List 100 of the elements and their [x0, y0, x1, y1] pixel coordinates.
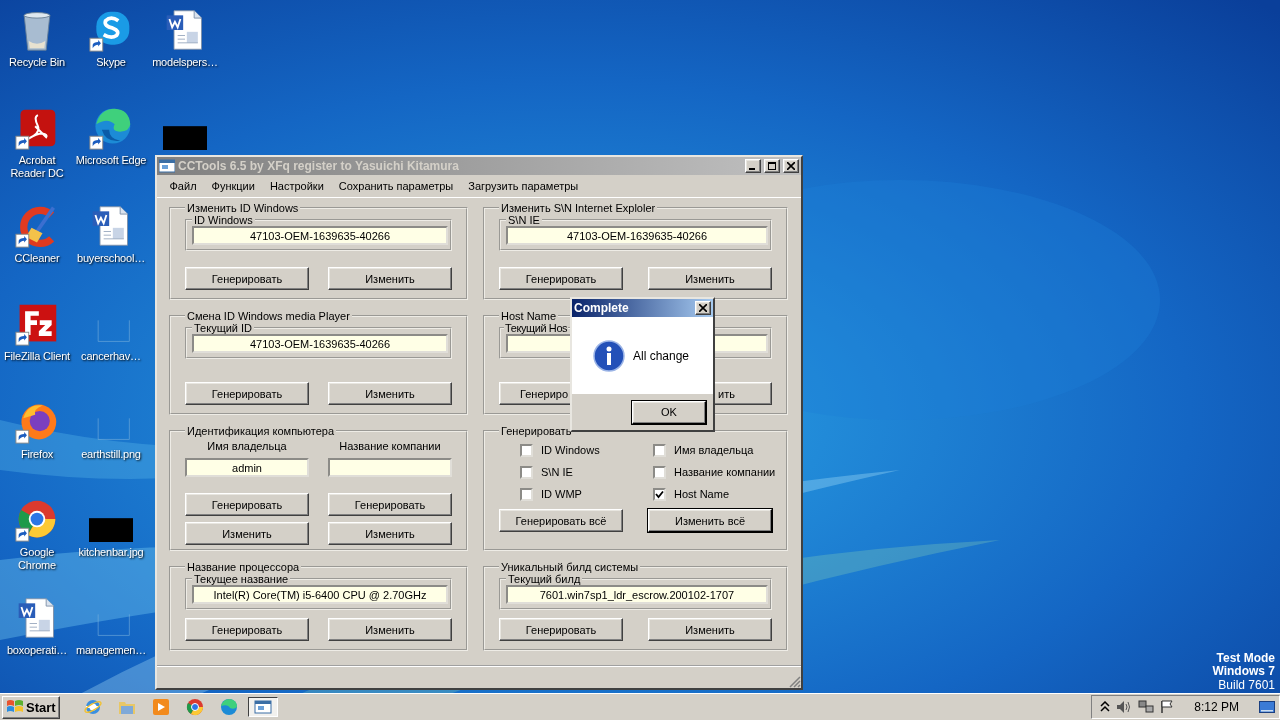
windows-logo-icon — [6, 699, 24, 715]
action-button[interactable]: Генерировать — [328, 493, 452, 516]
action-button[interactable]: Изменить всё — [648, 509, 772, 532]
text-field[interactable]: 47103-OEM-1639635-40266 — [192, 226, 448, 245]
app-tile-icon[interactable] — [15, 302, 59, 346]
start-button[interactable]: Start — [2, 695, 60, 719]
minimize-button[interactable] — [745, 159, 761, 173]
close-button[interactable] — [783, 159, 799, 173]
icon-label[interactable]: Google Chrome — [1, 546, 73, 572]
menu-item[interactable]: Загрузить параметры — [460, 180, 586, 192]
checkbox-label: ID Windows — [541, 444, 600, 456]
icon-label[interactable]: buyerschool… — [77, 252, 145, 265]
group-title: Генерировать — [500, 425, 573, 437]
window-app-icon — [253, 698, 272, 716]
checkbox[interactable] — [653, 465, 666, 479]
system-notice: Windows 7 — [1212, 665, 1275, 679]
checkbox[interactable] — [520, 443, 533, 457]
checkbox-label: ID WMP — [541, 488, 582, 500]
icon-label[interactable]: Skype — [96, 56, 126, 69]
action-button[interactable]: Изменить — [328, 382, 452, 405]
text-field[interactable]: 47103-OEM-1639635-40266 — [192, 334, 448, 353]
dialog-title: Complete — [574, 301, 630, 315]
show-desktop-icon[interactable] — [1259, 700, 1275, 714]
action-button[interactable]: Изменить — [328, 522, 452, 545]
action-button[interactable]: Изменить — [185, 522, 309, 545]
checkbox-label: Host Name — [674, 488, 730, 500]
tricolor-circle-icon[interactable] — [185, 698, 204, 716]
action-button[interactable]: Генерировать — [185, 382, 309, 405]
ok-button[interactable]: OK — [632, 400, 706, 424]
field-label: S\N IE — [507, 214, 541, 226]
group-title: Изменить S\N Internet Exploler — [500, 202, 657, 214]
maximize-button[interactable] — [764, 159, 780, 173]
menu-item[interactable]: Настройки — [262, 180, 332, 192]
text-field[interactable]: Intel(R) Core(TM) i5-6400 CPU @ 2.70GHz — [192, 585, 448, 604]
text-field[interactable]: admin — [185, 458, 309, 477]
taskbar-button[interactable] — [247, 697, 278, 717]
action-button[interactable]: Генерировать — [185, 618, 309, 641]
close-icon — [787, 162, 795, 170]
flag-icon[interactable] — [1160, 700, 1175, 714]
speaker-icon[interactable] — [1116, 700, 1133, 714]
group-title: Идентификация компьютера — [186, 425, 336, 437]
action-button[interactable]: Изменить — [648, 618, 772, 641]
field-label: Название компании — [338, 440, 442, 452]
menu-item[interactable]: Функции — [204, 180, 263, 192]
text-field[interactable]: 7601.win7sp1_ldr_escrow.200102-1707 — [506, 585, 768, 604]
window-app-icon — [159, 159, 175, 173]
maximize-icon — [768, 162, 776, 170]
checkbox[interactable] — [520, 487, 533, 501]
action-button[interactable]: Изменить — [328, 618, 452, 641]
swirl-icon[interactable] — [89, 106, 133, 150]
field-label: Текущее название — [193, 573, 290, 585]
checkbox[interactable] — [520, 465, 533, 479]
group-title: Название процессора — [186, 561, 301, 573]
icon-label[interactable]: Acrobat Reader DC — [1, 154, 73, 180]
action-button[interactable]: Генерировать — [185, 267, 309, 290]
icon-label[interactable]: boxoperati… — [6, 644, 68, 657]
checkbox-label: Название компании — [674, 466, 776, 478]
group-title: Уникальный билд системы — [500, 561, 640, 573]
dialog-message: All change — [633, 348, 690, 363]
checkbox[interactable] — [653, 443, 666, 457]
field-label: Имя владельца — [206, 440, 288, 452]
field-label: Текущий билд — [507, 573, 582, 585]
network-icon[interactable] — [1138, 700, 1155, 714]
resize-grip-icon[interactable] — [789, 676, 801, 688]
icon-label[interactable]: earthstill.png — [81, 448, 141, 461]
icon-label[interactable]: Recycle Bin — [9, 56, 65, 69]
start-label: Start — [26, 699, 56, 715]
icon-label[interactable]: CCleaner — [14, 252, 60, 265]
field-label: Текущий ID — [193, 322, 254, 334]
action-button[interactable]: Изменить — [648, 267, 772, 290]
icon-label[interactable]: Firefox — [20, 448, 54, 461]
checkbox[interactable] — [653, 487, 666, 501]
text-field[interactable] — [328, 458, 452, 477]
action-button[interactable]: Генерировать — [185, 493, 309, 516]
checkbox-label: S\N IE — [541, 466, 573, 478]
action-button[interactable]: Генерировать — [499, 618, 623, 641]
system-notice: Build 7601 — [1218, 678, 1275, 693]
text-field[interactable]: 47103-OEM-1639635-40266 — [506, 226, 768, 245]
group-title: Смена ID Windows media Player — [186, 310, 351, 322]
group-title: Host Name — [500, 310, 558, 322]
icon-label[interactable]: FileZilla Client — [4, 350, 70, 363]
icon-label[interactable]: managemen… — [75, 644, 147, 657]
icon-label[interactable]: cancerhav… — [81, 350, 141, 363]
info-icon — [593, 339, 625, 372]
icon-label[interactable]: Microsoft Edge — [75, 154, 147, 167]
chevron-up-icon[interactable] — [1100, 701, 1111, 713]
menu-item[interactable]: Файл — [162, 180, 205, 192]
clock[interactable]: 8:12 PM — [1194, 700, 1239, 714]
close-button[interactable] — [695, 301, 711, 315]
checkbox-label: Имя владельца — [674, 444, 754, 456]
action-button[interactable]: Генерировать всё — [499, 509, 623, 532]
menu-item[interactable]: Сохранить параметры — [331, 180, 461, 192]
globe-icon[interactable] — [83, 698, 102, 716]
action-button[interactable]: Генерировать — [499, 267, 623, 290]
window-title: CCTools 6.5 by XFq register to Yasuichi Kitamura — [178, 159, 460, 173]
group-title: Изменить ID Windows — [186, 202, 300, 214]
icon-label[interactable]: modelspers… — [152, 56, 218, 69]
field-label: ID Windows — [193, 214, 254, 226]
system-notice: Test Mode — [1216, 651, 1275, 666]
action-button[interactable]: Изменить — [328, 267, 452, 290]
